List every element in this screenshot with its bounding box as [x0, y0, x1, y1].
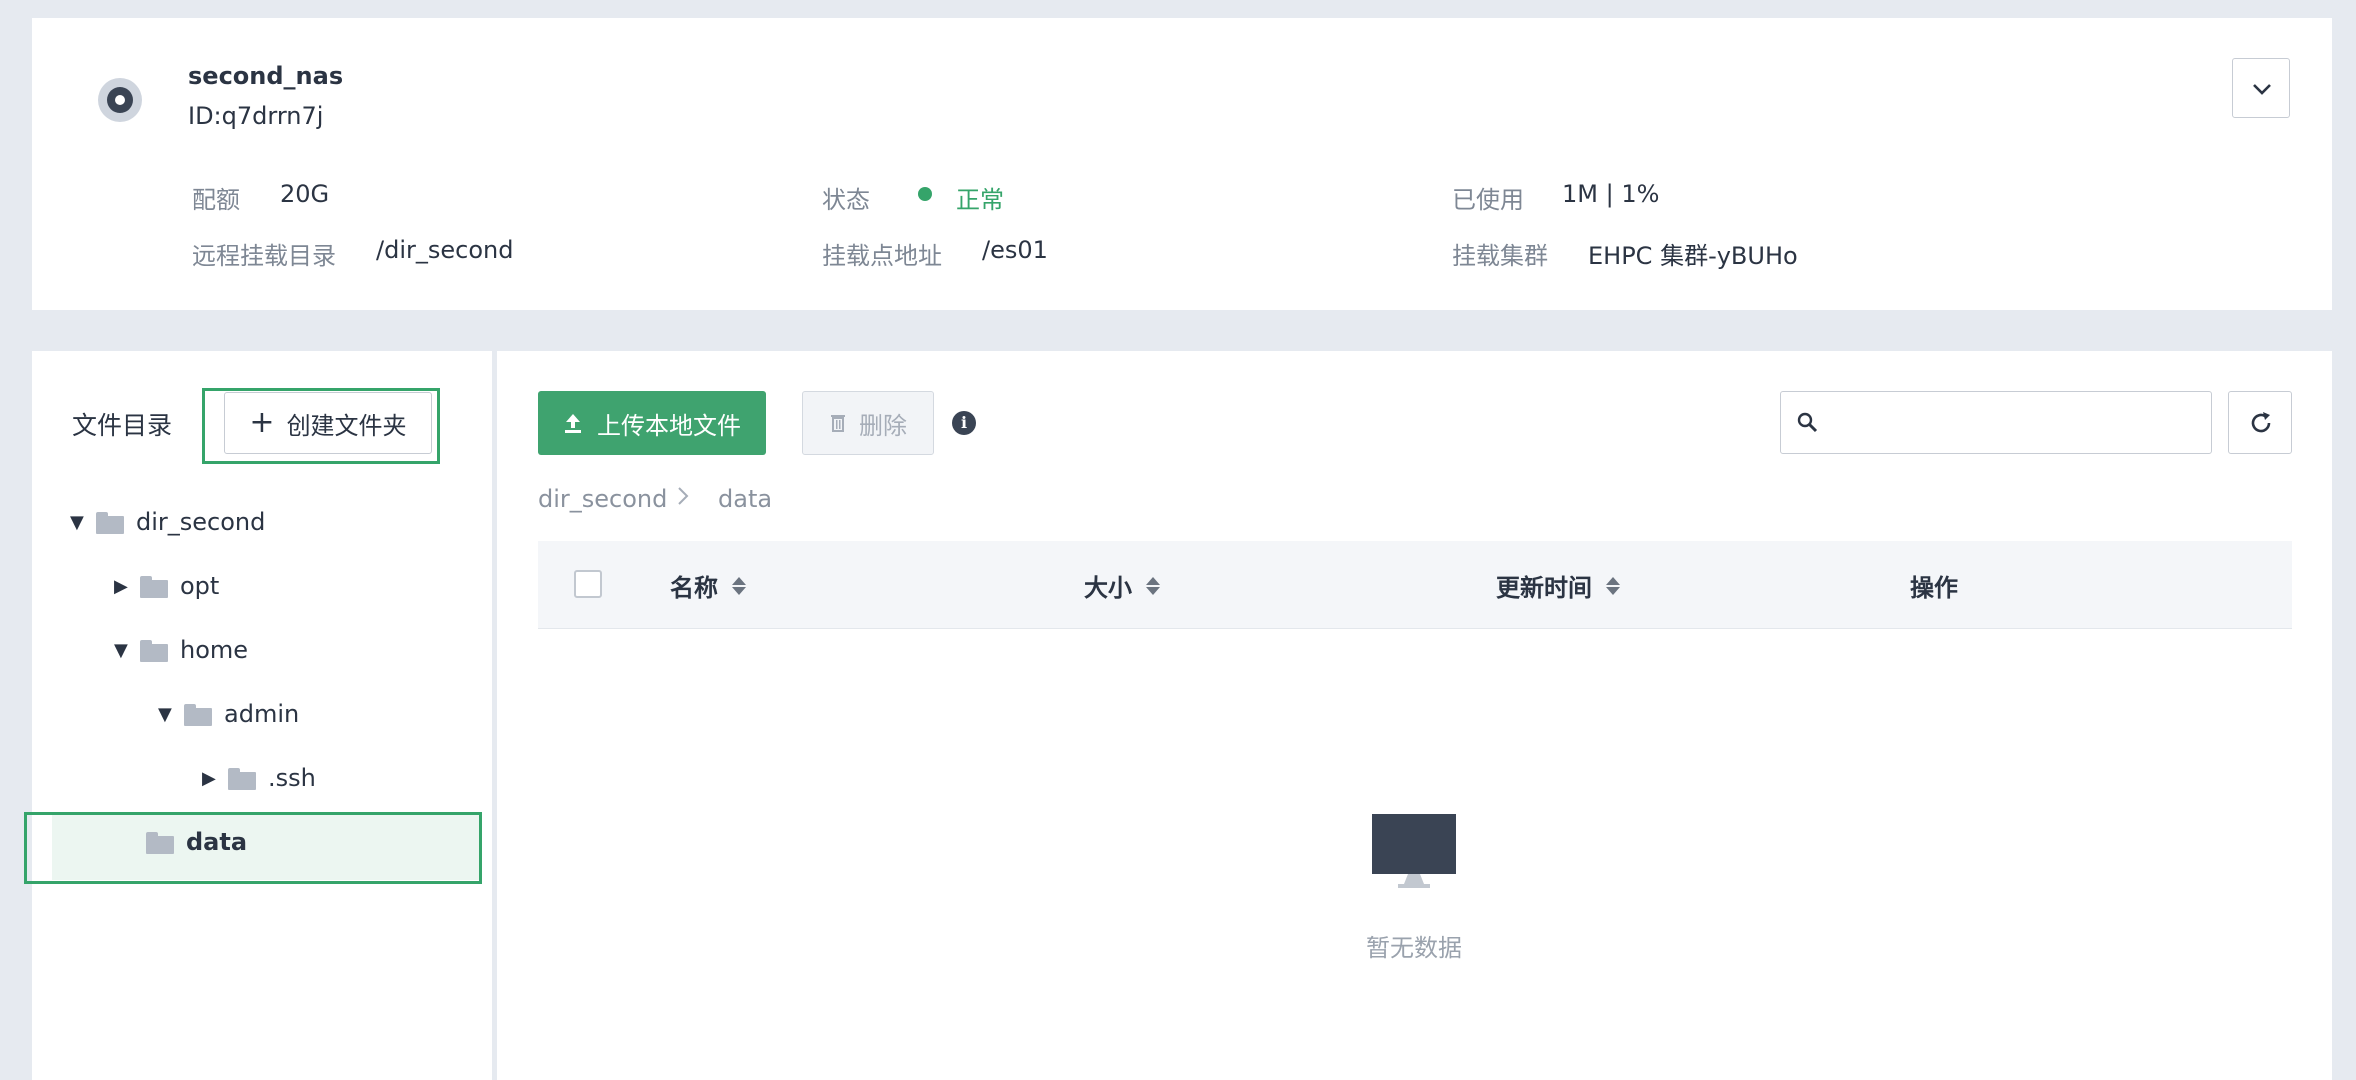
table-header: [538, 541, 2292, 629]
search-input[interactable]: [1833, 402, 2197, 444]
folder-icon: [140, 640, 168, 662]
tree-node-admin[interactable]: ▼ admin: [158, 694, 299, 734]
empty-state-text: 暂无数据: [1366, 934, 1462, 962]
caret-down-icon[interactable]: ▼: [158, 704, 184, 725]
file-list-panel: [497, 351, 2332, 1080]
caret-right-icon[interactable]: ▶: [114, 576, 140, 597]
tree-node-opt[interactable]: ▶ opt: [114, 566, 219, 606]
tree-node-label: opt: [180, 572, 220, 600]
info-icon[interactable]: i: [952, 411, 976, 435]
refresh-button[interactable]: [2228, 391, 2292, 454]
chevron-right-icon: [678, 487, 689, 505]
folder-icon: [184, 704, 212, 726]
upload-label: 上传本地文件: [597, 411, 741, 440]
mount-addr-value: /es01: [982, 236, 1048, 264]
tree-node-label: admin: [224, 700, 300, 728]
caret-right-icon[interactable]: ▶: [202, 768, 228, 789]
create-folder-label: 创建文件夹: [286, 411, 407, 440]
sort-icon[interactable]: [732, 576, 746, 595]
search-icon: [1797, 412, 1818, 433]
remote-dir-value: /dir_second: [376, 236, 514, 264]
upload-icon: [565, 414, 581, 433]
mount-cluster-value: EHPC 集群-yBUHo: [1588, 242, 1798, 270]
used-label: 已使用: [1452, 186, 1524, 214]
nas-id: ID:q7drrn7j: [188, 102, 324, 130]
selected-folder-highlight: [24, 812, 482, 884]
status-value: 正常: [956, 186, 1004, 214]
monitor-icon: [1372, 814, 1456, 888]
sort-icon[interactable]: [1146, 576, 1160, 595]
remote-dir-label: 远程挂载目录: [192, 242, 336, 270]
column-header-label: 操作: [1910, 574, 1958, 602]
column-header-name[interactable]: 名称: [670, 568, 746, 603]
sort-icon[interactable]: [1606, 576, 1620, 595]
tree-node-label: home: [180, 636, 249, 664]
delete-button[interactable]: 删除: [802, 391, 934, 455]
column-header-label: 更新时间: [1496, 574, 1592, 602]
select-all-checkbox[interactable]: [574, 570, 602, 598]
breadcrumb-item-dir-second[interactable]: dir_second: [538, 485, 667, 513]
nas-info-card: [32, 18, 2332, 310]
quota-label: 配额: [192, 186, 240, 214]
quota-value: 20G: [280, 180, 330, 208]
status-label: 状态: [822, 186, 870, 214]
trash-icon: [831, 415, 845, 432]
upload-button[interactable]: 上传本地文件: [538, 391, 766, 455]
column-header-label: 名称: [670, 574, 718, 602]
refresh-icon: [2251, 412, 2271, 433]
column-header-label: 大小: [1084, 574, 1132, 602]
column-header-actions: 操作: [1910, 568, 1958, 603]
folder-icon: [140, 576, 168, 598]
tree-node-dir-second[interactable]: ▼ dir_second: [70, 502, 265, 542]
create-folder-button[interactable]: + 创建文件夹: [224, 392, 432, 454]
caret-down-icon[interactable]: ▼: [114, 640, 140, 661]
caret-down-icon[interactable]: ▼: [70, 512, 96, 533]
collapse-button[interactable]: [2232, 58, 2290, 118]
tree-node-ssh[interactable]: ▶ .ssh: [202, 758, 316, 798]
tree-node-label: .ssh: [268, 764, 316, 792]
directory-title: 文件目录: [72, 411, 173, 440]
delete-label: 删除: [859, 411, 907, 440]
breadcrumb-item-data: data: [718, 485, 773, 513]
status-dot: [918, 187, 932, 201]
mount-cluster-label: 挂载集群: [1452, 242, 1548, 270]
column-header-size[interactable]: 大小: [1084, 568, 1160, 603]
storage-disk-icon: [98, 78, 142, 122]
tree-node-label: dir_second: [136, 508, 266, 536]
used-value: 1M | 1%: [1562, 180, 1660, 208]
folder-icon: [96, 512, 124, 534]
mount-addr-label: 挂载点地址: [822, 242, 942, 270]
folder-icon: [228, 768, 256, 790]
chevron-down-icon: [2253, 84, 2271, 95]
tree-node-home[interactable]: ▼ home: [114, 630, 248, 670]
column-header-updated[interactable]: 更新时间: [1496, 568, 1620, 603]
nas-name: second_nas: [188, 62, 344, 90]
plus-icon: +: [249, 405, 275, 440]
search-box[interactable]: [1780, 391, 2212, 454]
